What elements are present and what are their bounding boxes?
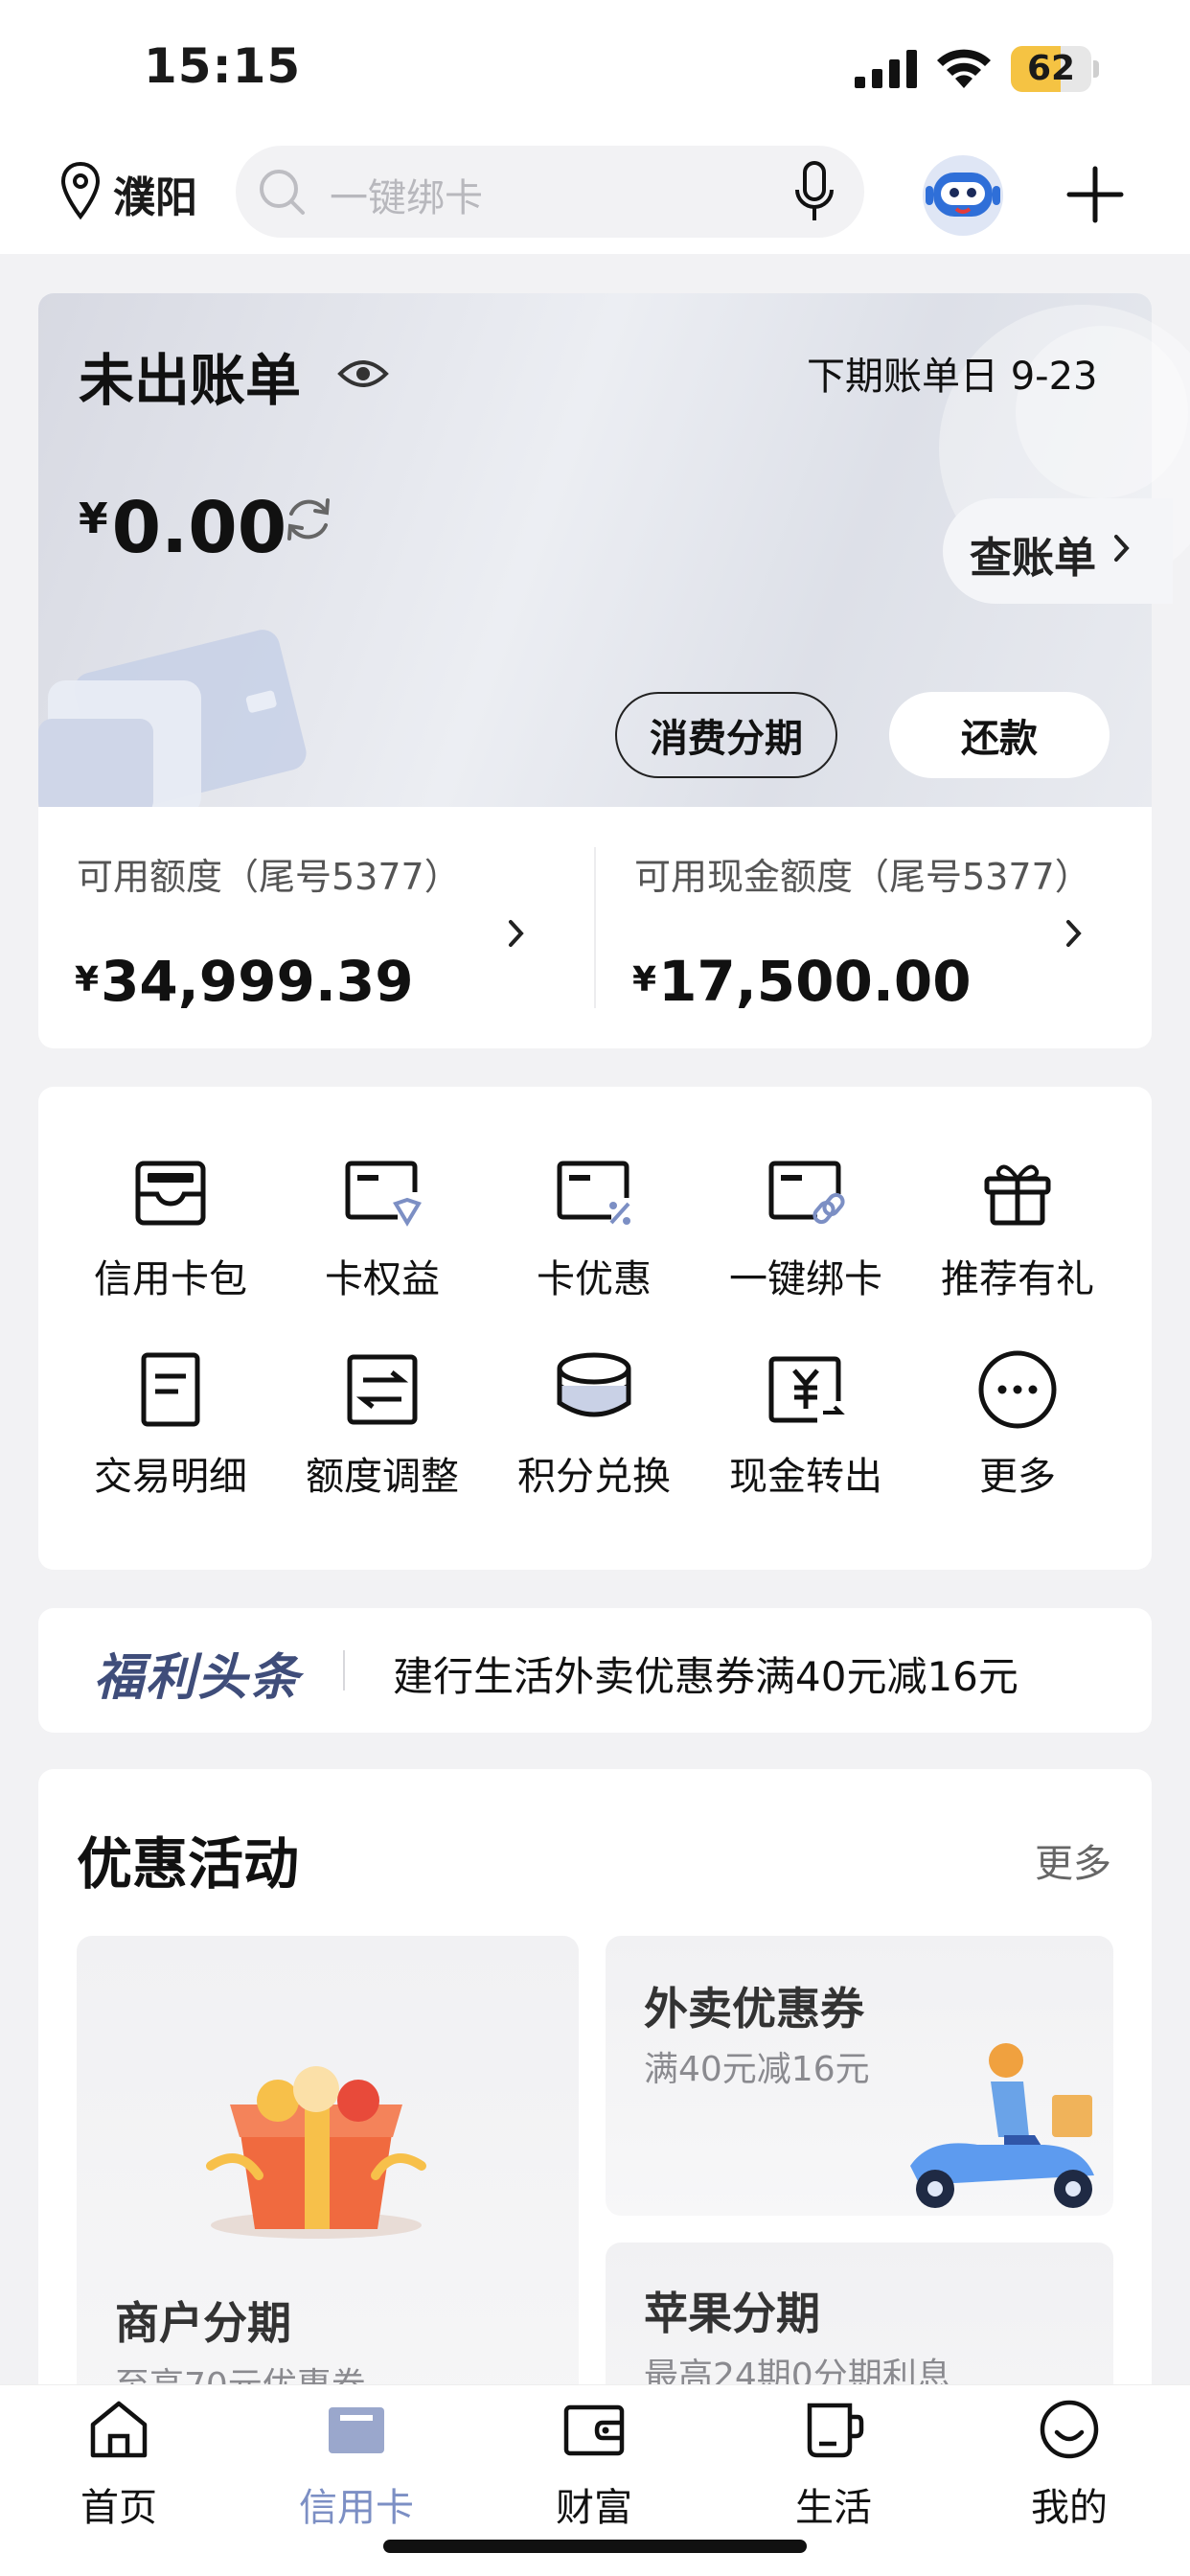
location-pin-icon[interactable] <box>59 161 102 220</box>
search-placeholder[interactable]: 一键绑卡 <box>330 167 483 222</box>
scooter-rider-illustration <box>910 2043 1094 2208</box>
service-label: 卡权益 <box>325 1257 440 1301</box>
amount-value: 0.00 <box>111 487 287 569</box>
gift-box-illustration <box>206 2066 426 2239</box>
eye-icon[interactable] <box>337 353 389 395</box>
amount-value: 34,999.39 <box>101 949 414 1014</box>
service-label: 额度调整 <box>306 1455 459 1499</box>
service-points[interactable]: 积分兑换 <box>489 1347 699 1510</box>
service-card-discount[interactable]: 卡优惠 <box>489 1150 699 1313</box>
more-link[interactable]: 更多 <box>1035 1832 1111 1888</box>
document-icon <box>141 1352 200 1427</box>
service-limit-adjust[interactable]: 额度调整 <box>277 1347 488 1510</box>
status-time: 15:15 <box>144 38 302 94</box>
service-label: 交易明细 <box>94 1455 247 1499</box>
service-cash-out[interactable]: 现金转出 <box>700 1347 911 1510</box>
tab-me[interactable]: 我的 <box>993 2396 1146 2532</box>
tab-life[interactable]: 生活 <box>757 2396 910 2532</box>
transfer-arrows-icon <box>347 1354 418 1425</box>
service-label: 积分兑换 <box>517 1455 671 1499</box>
tab-label: 信用卡 <box>299 2486 414 2530</box>
home-icon <box>90 2401 148 2458</box>
chevron-right-icon <box>1066 920 1082 947</box>
service-label: 推荐有礼 <box>941 1257 1094 1301</box>
cash-limit-value: ¥17,500.00 <box>632 949 972 1014</box>
installment-button[interactable]: 消费分期 <box>615 692 837 778</box>
wifi-icon <box>937 49 991 88</box>
yen-transfer-icon <box>768 1356 845 1423</box>
currency-symbol: ¥ <box>75 960 100 1000</box>
assistant-avatar[interactable] <box>918 151 1008 238</box>
credit-card-icon <box>329 2407 384 2453</box>
cup-icon <box>807 2403 864 2458</box>
promo-title: 商户分期 <box>115 2297 291 2349</box>
service-transactions[interactable]: 交易明细 <box>65 1347 276 1510</box>
bill-amount: ¥0.00 <box>79 487 286 569</box>
service-referral[interactable]: 推荐有礼 <box>912 1150 1123 1313</box>
amount-value: 17,500.00 <box>658 949 972 1014</box>
service-more[interactable]: 更多 <box>912 1347 1123 1510</box>
gift-icon <box>984 1164 1051 1226</box>
promo-title: 外卖优惠券 <box>644 1983 864 2035</box>
service-card-link[interactable]: 一键绑卡 <box>700 1150 911 1313</box>
currency-symbol: ¥ <box>79 494 108 543</box>
section-title: 优惠活动 <box>77 1831 300 1897</box>
chevron-right-icon <box>509 920 524 947</box>
tab-home[interactable]: 首页 <box>42 2396 195 2532</box>
battery-icon: 62 <box>1011 46 1099 92</box>
available-limit-label: 可用额度（尾号5377） <box>77 856 461 898</box>
check-bill-label[interactable]: 查账单 <box>970 523 1096 585</box>
repay-button[interactable]: 还款 <box>889 692 1110 778</box>
cards-illustration <box>38 630 307 807</box>
tab-label: 我的 <box>1031 2486 1108 2530</box>
tab-label: 生活 <box>795 2486 872 2530</box>
more-dots-icon <box>978 1350 1057 1429</box>
next-bill-date: 下期账单日 9-23 <box>807 355 1098 399</box>
divider <box>343 1650 345 1690</box>
welfare-headline[interactable]: 建行生活外卖优惠券满40元减16元 <box>393 1644 1018 1703</box>
tab-label: 首页 <box>80 2486 157 2530</box>
chevron-right-icon <box>1114 535 1130 562</box>
tab-label: 财富 <box>556 2486 632 2530</box>
service-label: 信用卡包 <box>94 1257 247 1301</box>
service-label: 卡优惠 <box>537 1257 652 1301</box>
wallet-icon <box>563 2404 625 2456</box>
service-label: 现金转出 <box>729 1455 882 1499</box>
service-card-benefit[interactable]: 卡权益 <box>277 1150 488 1313</box>
service-label: 更多 <box>979 1455 1056 1499</box>
city-selector[interactable]: 濮阳 <box>113 163 197 224</box>
bill-title: 未出账单 <box>79 348 302 413</box>
home-indicator[interactable] <box>383 2540 807 2553</box>
battery-level: 62 <box>1026 49 1076 88</box>
add-icon[interactable] <box>1065 165 1125 224</box>
card-link-icon <box>768 1161 845 1225</box>
refresh-icon[interactable] <box>280 491 337 548</box>
service-card-wallet[interactable]: 信用卡包 <box>65 1150 276 1313</box>
smile-icon <box>1040 2400 1099 2459</box>
tab-credit-card[interactable]: 信用卡 <box>280 2396 433 2532</box>
cash-limit-label: 可用现金额度（尾号5377） <box>634 856 1091 898</box>
cellular-signal-icon <box>855 50 917 88</box>
service-label: 一键绑卡 <box>729 1257 882 1301</box>
tab-wealth[interactable]: 财富 <box>517 2396 671 2532</box>
card-discount-icon <box>557 1161 630 1225</box>
search-icon <box>260 170 305 215</box>
welfare-tag: 福利头条 <box>94 1649 302 1707</box>
available-limit-value: ¥34,999.39 <box>75 949 414 1014</box>
coins-stack-icon <box>557 1352 631 1417</box>
promo-subtitle: 满40元减16元 <box>644 2050 870 2089</box>
card-wallet-icon <box>135 1161 206 1226</box>
currency-symbol: ¥ <box>632 960 657 1000</box>
promo-title: 苹果分期 <box>644 2288 820 2339</box>
microphone-icon[interactable] <box>791 159 837 226</box>
card-benefit-icon <box>345 1161 422 1227</box>
